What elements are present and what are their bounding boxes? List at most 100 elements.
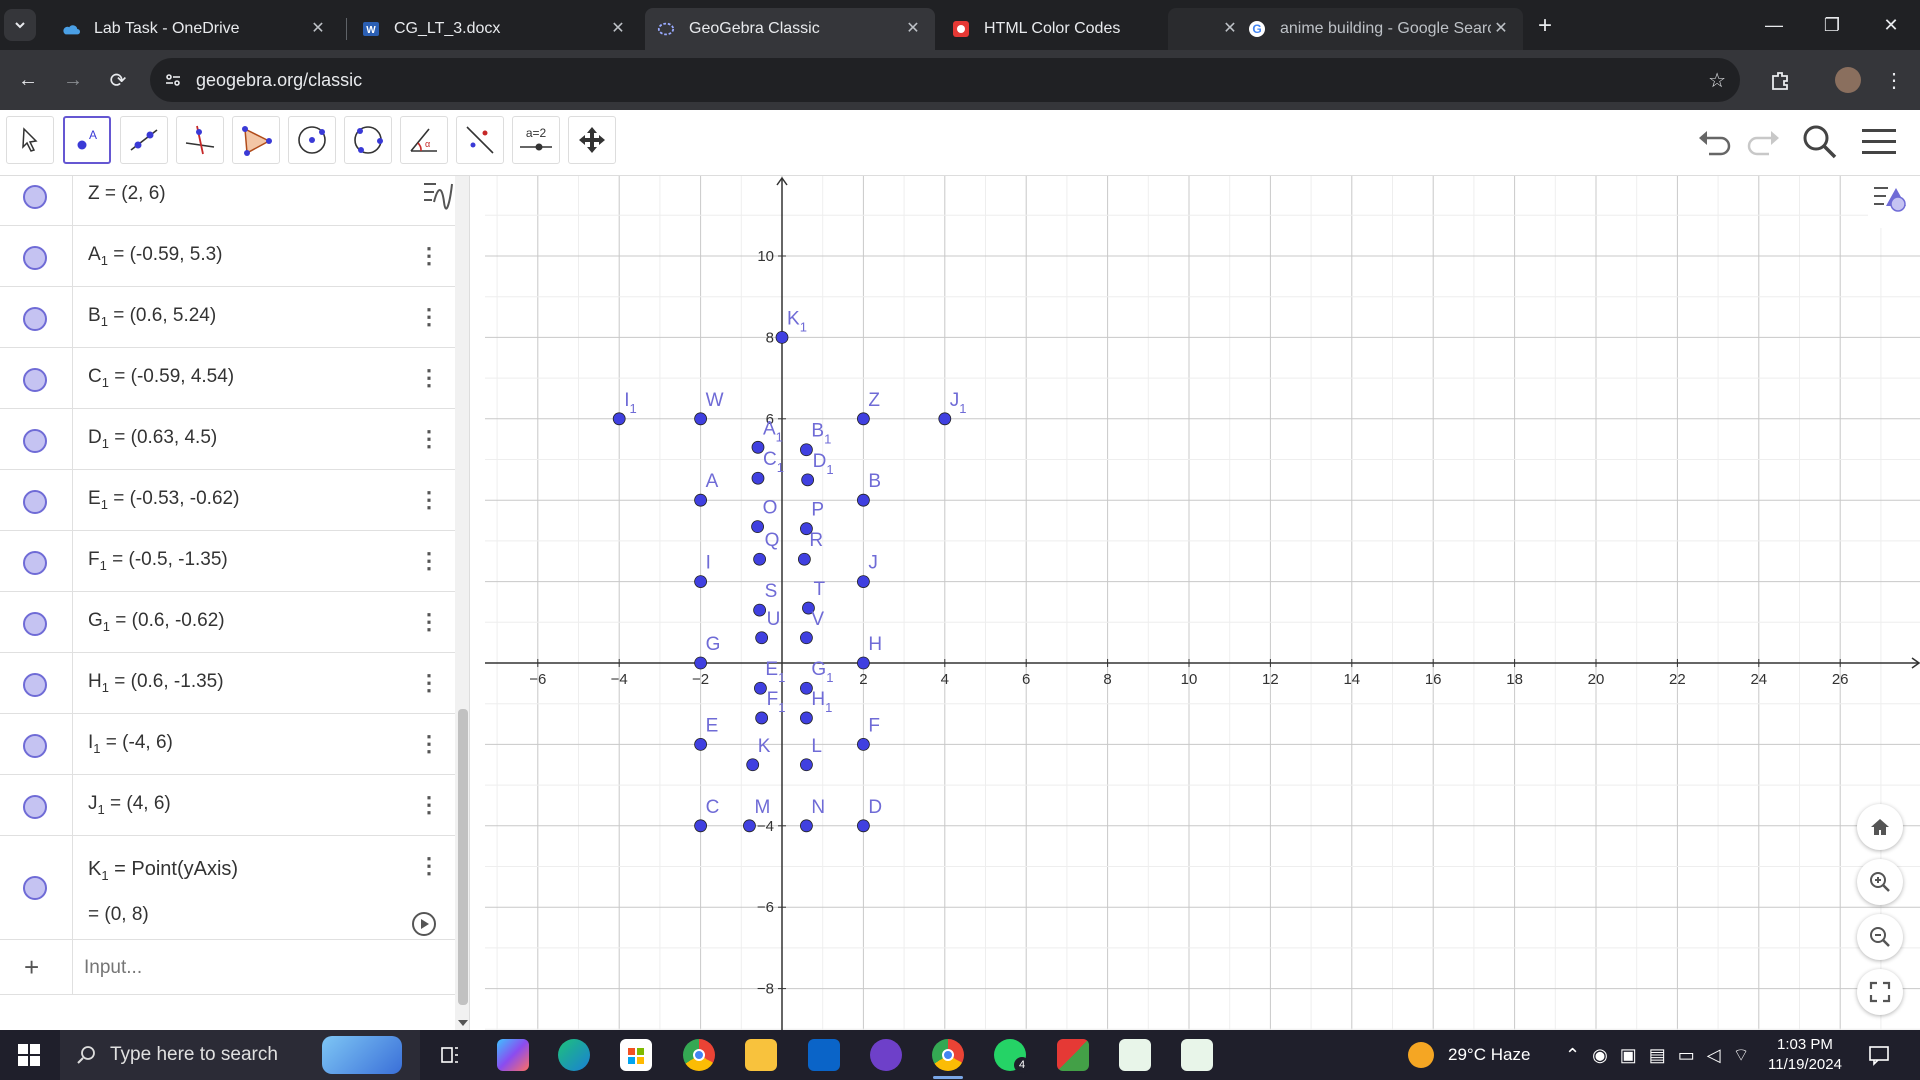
minimize-button[interactable]: — [1745,0,1803,50]
visibility-toggle[interactable] [23,307,47,331]
undo-icon[interactable] [1694,121,1736,163]
tab-search-button[interactable] [0,6,40,44]
reflect-tool-icon[interactable] [456,116,504,164]
algebra-row[interactable]: E1 = (-0.53, -0.62) ⋮ [0,470,455,531]
point-R[interactable]: R [797,530,823,566]
algebra-input-row[interactable]: + [0,940,455,995]
site-info-icon[interactable] [164,71,182,89]
point-marker[interactable] [800,711,813,725]
app-icon[interactable] [1057,1039,1089,1071]
visibility-toggle[interactable] [23,673,47,697]
tab-geogebra[interactable]: GeoGebra Classic ✕ [645,8,935,50]
reload-button[interactable]: ⟳ [100,62,136,98]
scroll-down-arrow[interactable] [458,1020,468,1026]
point-marker[interactable] [694,493,708,507]
point-marker[interactable] [856,493,870,507]
algebra-row[interactable]: F1 = (-0.5, -1.35) ⋮ [0,531,455,592]
task-view-icon[interactable] [434,1039,466,1071]
algebra-scrollbar[interactable] [455,176,469,1030]
add-icon[interactable]: + [24,952,39,983]
point-marker[interactable] [938,412,952,426]
point-marker[interactable] [751,520,764,534]
close-tab-icon[interactable]: ✕ [608,19,628,39]
algebra-row[interactable]: B1 = (0.6, 5.24) ⋮ [0,287,455,348]
visibility-toggle[interactable] [23,612,47,636]
algebra-row[interactable]: A1 = (-0.59, 5.3) ⋮ [0,226,455,287]
point-O[interactable]: O [751,498,778,534]
excel-like-icon[interactable] [1119,1039,1151,1071]
close-tab-icon[interactable]: ✕ [308,19,328,39]
circle-three-points-tool-icon[interactable] [344,116,392,164]
point-marker[interactable] [746,758,760,772]
point-marker[interactable] [800,443,813,457]
circle-center-tool-icon[interactable] [288,116,336,164]
taskbar-search-box[interactable]: Type here to search [60,1030,420,1080]
point-marker[interactable] [694,412,708,426]
chrome-active-icon[interactable] [932,1039,964,1071]
point-marker[interactable] [856,412,870,426]
weather-widget[interactable]: 29°C Haze [1408,1030,1530,1080]
tab-word-doc[interactable]: W CG_LT_3.docx ✕ [350,8,640,50]
algebra-expression[interactable]: E1 = (-0.53, -0.62) [88,488,239,512]
algebra-expression[interactable]: D1 = (0.63, 4.5) [88,427,217,451]
point-marker[interactable] [801,473,815,487]
more-options-icon[interactable]: ⋮ [418,672,440,694]
visibility-toggle[interactable] [23,795,47,819]
restore-button[interactable]: ❐ [1803,0,1861,50]
more-options-icon[interactable]: ⋮ [418,733,440,755]
close-window-button[interactable]: ✕ [1862,0,1920,50]
more-options-icon[interactable]: ⋮ [418,306,440,328]
new-tab-button[interactable]: + [1538,12,1552,40]
forward-button[interactable]: → [55,62,91,98]
algebra-definition[interactable]: K1 = Point(yAxis) [88,858,238,883]
chrome-icon[interactable] [683,1039,715,1071]
point-marker[interactable] [800,758,813,772]
algebra-expression[interactable]: G1 = (0.6, -0.62) [88,610,225,634]
spreadsheet-icon[interactable] [1181,1039,1213,1071]
back-button[interactable]: ← [10,62,46,98]
point-marker[interactable] [694,656,708,670]
point-marker[interactable] [743,819,756,833]
point-marker[interactable] [856,656,870,670]
visibility-toggle[interactable] [23,429,47,453]
point-Q[interactable]: Q [753,530,780,566]
point-marker[interactable] [694,819,708,833]
point-J[interactable]: J [856,553,878,589]
github-desktop-icon[interactable] [870,1039,902,1071]
more-options-icon[interactable]: ⋮ [418,245,440,267]
polygon-tool-icon[interactable] [232,116,280,164]
point-K[interactable]: K [746,736,771,772]
bookmark-star-icon[interactable]: ☆ [1708,68,1726,93]
file-explorer-icon[interactable] [745,1039,777,1071]
line-tool-icon[interactable] [120,116,168,164]
point-A[interactable]: A [694,471,719,507]
algebra-expression[interactable]: A1 = (-0.59, 5.3) [88,244,223,268]
visibility-toggle[interactable] [23,246,47,270]
point-L[interactable]: L [800,736,822,772]
perpendicular-tool-icon[interactable] [176,116,224,164]
scrollbar-thumb[interactable] [458,709,468,1005]
more-options-icon[interactable]: ⋮ [418,611,440,633]
point-F[interactable]: F [856,715,880,751]
angle-tool-icon[interactable]: α [400,116,448,164]
close-tab-icon[interactable]: ✕ [1220,19,1240,39]
close-tab-icon[interactable]: ✕ [1491,19,1511,39]
point-tool-icon[interactable]: A [63,116,111,164]
home-view-button[interactable] [1857,804,1903,850]
algebra-row-k1[interactable]: K1 = Point(yAxis) = (0, 8) ⋮ [0,836,455,940]
more-options-icon[interactable]: ⋮ [418,428,440,450]
algebra-row[interactable]: D1 = (0.63, 4.5) ⋮ [0,409,455,470]
whatsapp-icon[interactable]: 4 [994,1039,1030,1073]
point-C1[interactable]: C1 [751,449,784,485]
graphics-view[interactable]: −6 −4 −2 2 4 6 8 10 12 14 16 18 20 22 24 26 10 8 6 −4 −6 −8 K1… [485,176,1920,1030]
point-marker[interactable] [775,330,789,344]
point-marker[interactable] [755,711,769,725]
main-menu-icon[interactable] [1858,121,1900,163]
search-icon[interactable] [1799,121,1841,163]
move-graphics-tool-icon[interactable] [568,116,616,164]
algebra-row[interactable]: I1 = (-4, 6) ⋮ [0,714,455,775]
algebra-expression[interactable]: C1 = (-0.59, 4.54) [88,366,234,390]
point-E[interactable]: E [694,715,719,751]
point-marker[interactable] [694,738,708,751]
algebra-row[interactable]: H1 = (0.6, -1.35) ⋮ [0,653,455,714]
